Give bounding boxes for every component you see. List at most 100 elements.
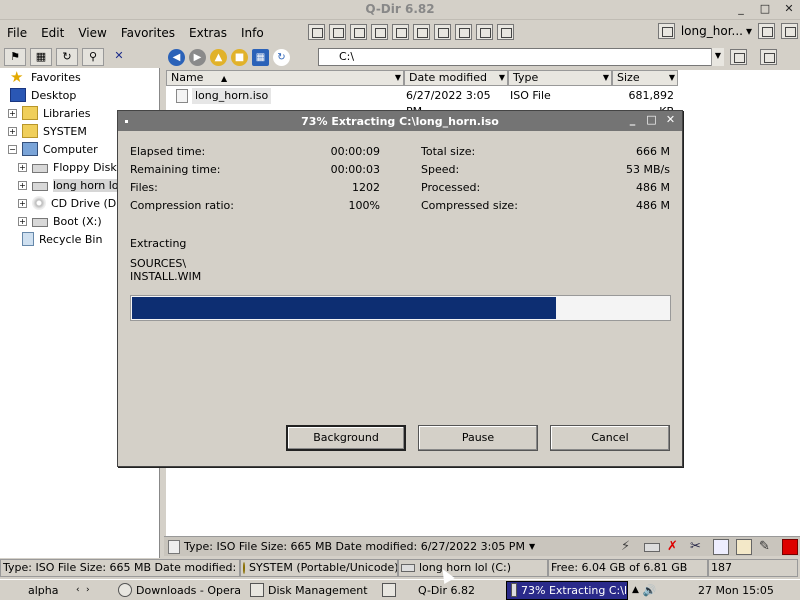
volume-icon[interactable]: 🔊 (643, 582, 657, 599)
edit-icon[interactable]: ✎ (759, 539, 775, 555)
layout-9-icon[interactable] (476, 24, 493, 40)
magnify-icon[interactable]: ⚲ (82, 48, 104, 66)
pause-button[interactable]: Pause (418, 425, 538, 451)
chevron-left-icon[interactable]: ‹ (76, 585, 86, 595)
drive-icon[interactable] (644, 543, 660, 552)
taskbar-disk-management[interactable]: Disk Management (246, 581, 378, 600)
shield-icon (243, 562, 245, 574)
expand-icon[interactable]: + (18, 162, 27, 172)
chevron-right-icon[interactable]: › (86, 585, 114, 595)
tray-arrow-icon[interactable]: ▲ (632, 582, 639, 599)
tree-item-cd-drive[interactable]: + CD Drive (D:) (18, 194, 124, 212)
drive-dropdown[interactable]: long_hor... ▾ (681, 24, 752, 38)
dialog-maximize-button[interactable]: □ (646, 113, 657, 127)
maximize-button[interactable]: □ (758, 2, 772, 16)
file-date: 6/27/2022 3:05 PM (406, 89, 491, 118)
layout-6-icon[interactable] (413, 24, 430, 40)
lightning-icon[interactable]: ⚡ (621, 539, 637, 555)
dialog-close-button[interactable]: ✕ (665, 113, 676, 127)
taskbar: alpha ‹ › Downloads - Opera Disk Managem… (0, 579, 800, 600)
layout-8-icon[interactable] (455, 24, 472, 40)
cut-icon[interactable]: ✂ (690, 539, 706, 555)
chevron-down-icon[interactable]: ▼ (711, 48, 724, 66)
status-drive[interactable]: long horn lol (C:) (398, 559, 548, 577)
copy-icon[interactable] (713, 539, 729, 555)
dialog-minimize-button[interactable]: _ (627, 113, 638, 127)
taskbar-opera[interactable]: Downloads - Opera (114, 581, 246, 600)
record-icon[interactable] (782, 539, 798, 555)
layout-5-icon[interactable] (392, 24, 409, 40)
monitor-icon[interactable] (730, 49, 747, 65)
menu-favorites[interactable]: Favorites (114, 26, 182, 40)
extracting-label: Extracting (130, 237, 187, 250)
taskbar-extracting[interactable]: 73% Extracting C:\l (506, 580, 628, 600)
tree-item-long-horn[interactable]: + long horn lol ( (18, 176, 130, 194)
expand-icon[interactable]: + (18, 198, 27, 208)
paste-icon[interactable] (736, 539, 752, 555)
tree-item-floppy[interactable]: + Floppy Disk Dr (18, 158, 133, 176)
menu-extras[interactable]: Extras (182, 26, 234, 40)
tree-item-desktop[interactable]: Desktop (10, 86, 76, 104)
layout-7-icon[interactable] (434, 24, 451, 40)
chevron-down-icon[interactable]: ▼ (499, 71, 505, 85)
column-header-type[interactable]: Type ▼ (508, 70, 612, 86)
menu-edit[interactable]: Edit (34, 26, 71, 40)
expand-icon[interactable]: + (18, 180, 27, 190)
globe-icon[interactable] (760, 49, 777, 65)
column-header-name[interactable]: Name ▲ ▼ (166, 70, 404, 86)
address-input[interactable]: C:\ (318, 48, 724, 66)
printer-icon[interactable] (758, 23, 775, 39)
tray-icons[interactable]: ▲ 🔊 (628, 581, 694, 600)
layout-2-icon[interactable] (329, 24, 346, 40)
chevron-down-icon[interactable]: ▼ (603, 71, 609, 85)
clock[interactable]: 27 Mon 15:05 (694, 581, 774, 600)
expand-icon[interactable]: + (8, 126, 17, 136)
up-icon[interactable]: ▲ (210, 48, 227, 66)
layout-1-icon[interactable] (308, 24, 325, 40)
sync-icon[interactable]: ↻ (273, 48, 290, 66)
tree-item-boot[interactable]: + Boot (X:) (18, 212, 102, 230)
layout-4-icon[interactable] (371, 24, 388, 40)
grid-icon[interactable]: ▦ (30, 48, 52, 66)
chevron-down-icon[interactable]: ▼ (395, 71, 401, 85)
tree-item-recycle-bin[interactable]: Recycle Bin (22, 230, 102, 248)
view-icon[interactable]: ▦ (252, 48, 269, 66)
delete-icon[interactable]: ✗ (667, 539, 683, 555)
zoom-icon[interactable] (781, 23, 798, 39)
tree-item-system[interactable]: + SYSTEM (8, 122, 87, 140)
file-icon (168, 539, 180, 554)
chevron-down-icon[interactable]: ▼ (669, 71, 675, 85)
taskbar-qdir[interactable]: Q-Dir 6.82 (378, 581, 506, 600)
pin-icon[interactable]: ⚑ (4, 48, 26, 66)
total-size-label: Total size: (421, 145, 476, 158)
expand-icon[interactable]: + (18, 216, 27, 226)
start-button[interactable]: alpha (0, 581, 76, 600)
window-titlebar[interactable]: Q-Dir 6.82 _ □ ✕ (0, 0, 800, 20)
back-icon[interactable]: ◀ (168, 48, 185, 66)
column-header-size[interactable]: Size ▼ (612, 70, 678, 86)
files-label: Files: (130, 181, 158, 194)
tree-item-computer[interactable]: − Computer (8, 140, 98, 158)
dialog-titlebar[interactable]: 73% Extracting C:\long_horn.iso _ □ ✕ (118, 111, 682, 131)
column-header-date[interactable]: Date modified ▼ (404, 70, 508, 86)
menu-file[interactable]: File (0, 26, 34, 40)
layout-10-icon[interactable] (497, 24, 514, 40)
cancel-button[interactable]: Cancel (550, 425, 670, 451)
tree-item-favorites[interactable]: ★ Favorites (10, 68, 81, 86)
tree-item-libraries[interactable]: + Libraries (8, 104, 91, 122)
refresh-icon[interactable]: ↻ (56, 48, 78, 66)
close-icon[interactable]: ✕ (108, 48, 130, 66)
close-button[interactable]: ✕ (782, 2, 796, 16)
menu-view[interactable]: View (71, 26, 113, 40)
file-row[interactable]: long_horn.iso 6/27/2022 3:05 PM ISO File… (166, 88, 676, 118)
drive-icon[interactable] (657, 23, 675, 39)
expand-icon[interactable]: + (8, 108, 17, 118)
background-button[interactable]: Background (286, 425, 406, 451)
folder-icon[interactable]: ■ (231, 48, 248, 66)
collapse-icon[interactable]: − (8, 144, 17, 154)
menu-info[interactable]: Info (234, 26, 271, 40)
chevron-down-icon[interactable]: ▼ (529, 542, 535, 551)
forward-icon[interactable]: ▶ (189, 48, 206, 66)
minimize-button[interactable]: _ (734, 2, 748, 16)
layout-3-icon[interactable] (350, 24, 367, 40)
